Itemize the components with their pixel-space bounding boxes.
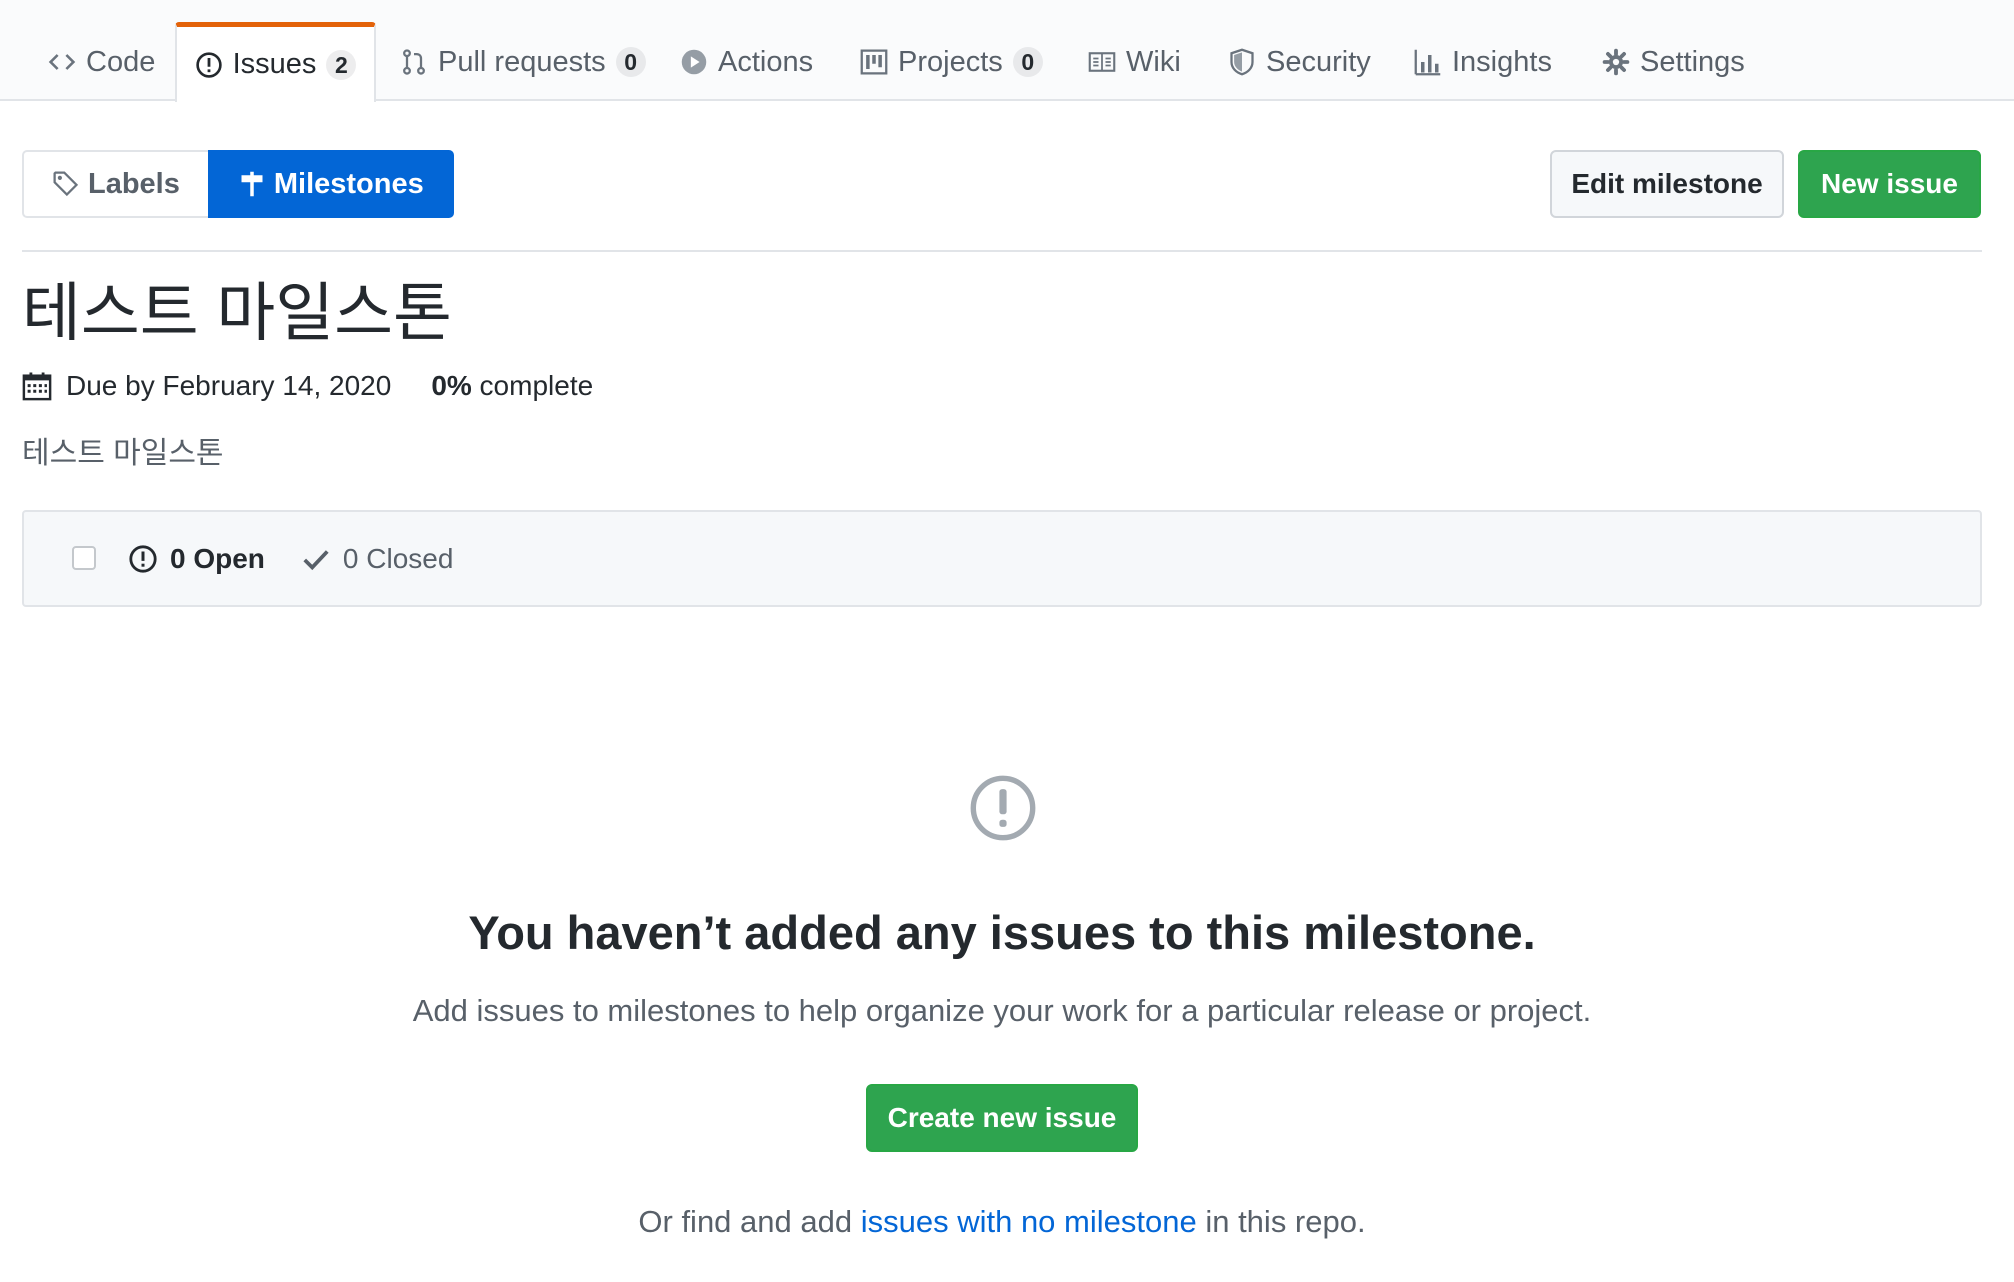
tag-icon <box>52 170 80 198</box>
blankslate-title: You haven’t added any issues to this mil… <box>468 906 1536 959</box>
tab-projects[interactable]: Projects 0 <box>860 22 1043 102</box>
issues-counter: 2 <box>326 49 357 80</box>
select-all-checkbox[interactable] <box>72 546 96 570</box>
milestone-meta: Due by February 14, 2020 0% complete <box>22 366 593 406</box>
issue-opened-icon <box>128 544 158 574</box>
labels-milestones-subnav: Labels Milestones <box>22 150 454 218</box>
tab-issues[interactable]: Issues 2 <box>175 22 376 102</box>
tab-label: Issues <box>232 48 317 80</box>
tab-security[interactable]: Security <box>1228 22 1371 102</box>
milestones-link[interactable]: Milestones <box>207 150 454 218</box>
gear-icon <box>1602 48 1630 76</box>
labels-label: Labels <box>88 167 180 200</box>
tab-label: Code <box>86 45 156 78</box>
project-icon <box>860 48 888 76</box>
milestone-icon <box>238 170 266 198</box>
completion-status: 0% complete <box>431 370 593 402</box>
projects-counter: 0 <box>1012 47 1043 77</box>
play-icon <box>680 48 708 76</box>
tab-insights[interactable]: Insights <box>1414 22 1552 102</box>
issue-opened-icon <box>195 51 223 79</box>
completion-label: complete <box>471 370 594 401</box>
shield-icon <box>1228 48 1256 76</box>
tab-label: Wiki <box>1126 45 1181 78</box>
issues-with-no-milestone-link[interactable]: issues with no milestone <box>861 1204 1197 1239</box>
issue-opened-icon <box>967 772 1039 844</box>
book-icon <box>1088 48 1116 76</box>
issues-box-header: 0 Open 0 Closed <box>22 510 1982 607</box>
tab-settings[interactable]: Settings <box>1602 22 1745 102</box>
milestone-title: 테스트 마일스톤 <box>22 277 452 349</box>
blankslate-footer: Or find and add issues with no milestone… <box>0 1204 2004 1240</box>
completion-percent: 0% <box>431 370 472 401</box>
due-date: Due by February 14, 2020 <box>66 370 392 401</box>
divider <box>22 250 1982 252</box>
blankslate-description: Add issues to milestones to help organiz… <box>412 993 1592 1028</box>
graph-icon <box>1414 48 1442 76</box>
repo-nav: Code Issues 2 Pull requests 0 Actions Pr… <box>0 0 2014 102</box>
labels-link[interactable]: Labels <box>22 150 208 218</box>
milestone-description: 테스트 마일스톤 <box>22 437 224 470</box>
tab-label: Actions <box>718 45 814 78</box>
tab-wiki[interactable]: Wiki <box>1088 22 1181 102</box>
new-issue-button[interactable]: New issue <box>1798 150 1981 218</box>
pull-requests-counter: 0 <box>615 47 646 77</box>
code-icon <box>48 48 76 76</box>
footer-text-before: Or find and add <box>638 1204 861 1239</box>
create-new-issue-button[interactable]: Create new issue <box>866 1084 1138 1152</box>
calendar-icon <box>22 371 52 401</box>
tab-actions[interactable]: Actions <box>680 22 813 102</box>
closed-issues-link[interactable]: 0 Closed <box>343 543 454 575</box>
check-icon <box>301 544 331 574</box>
milestones-label: Milestones <box>273 167 424 200</box>
tab-label: Projects <box>898 45 1003 78</box>
tab-label: Pull requests <box>438 45 606 78</box>
tab-label: Security <box>1266 45 1371 78</box>
tab-label: Settings <box>1640 45 1745 78</box>
tab-code[interactable]: Code <box>48 22 155 102</box>
tab-pull-requests[interactable]: Pull requests 0 <box>400 22 646 102</box>
edit-milestone-button[interactable]: Edit milestone <box>1550 150 1784 218</box>
tab-label: Insights <box>1452 45 1552 78</box>
footer-text-after: in this repo. <box>1196 1204 1366 1239</box>
git-pull-request-icon <box>400 48 428 76</box>
open-issues-link[interactable]: 0 Open <box>170 543 265 575</box>
issue-states: 0 Open 0 Closed <box>128 512 453 605</box>
